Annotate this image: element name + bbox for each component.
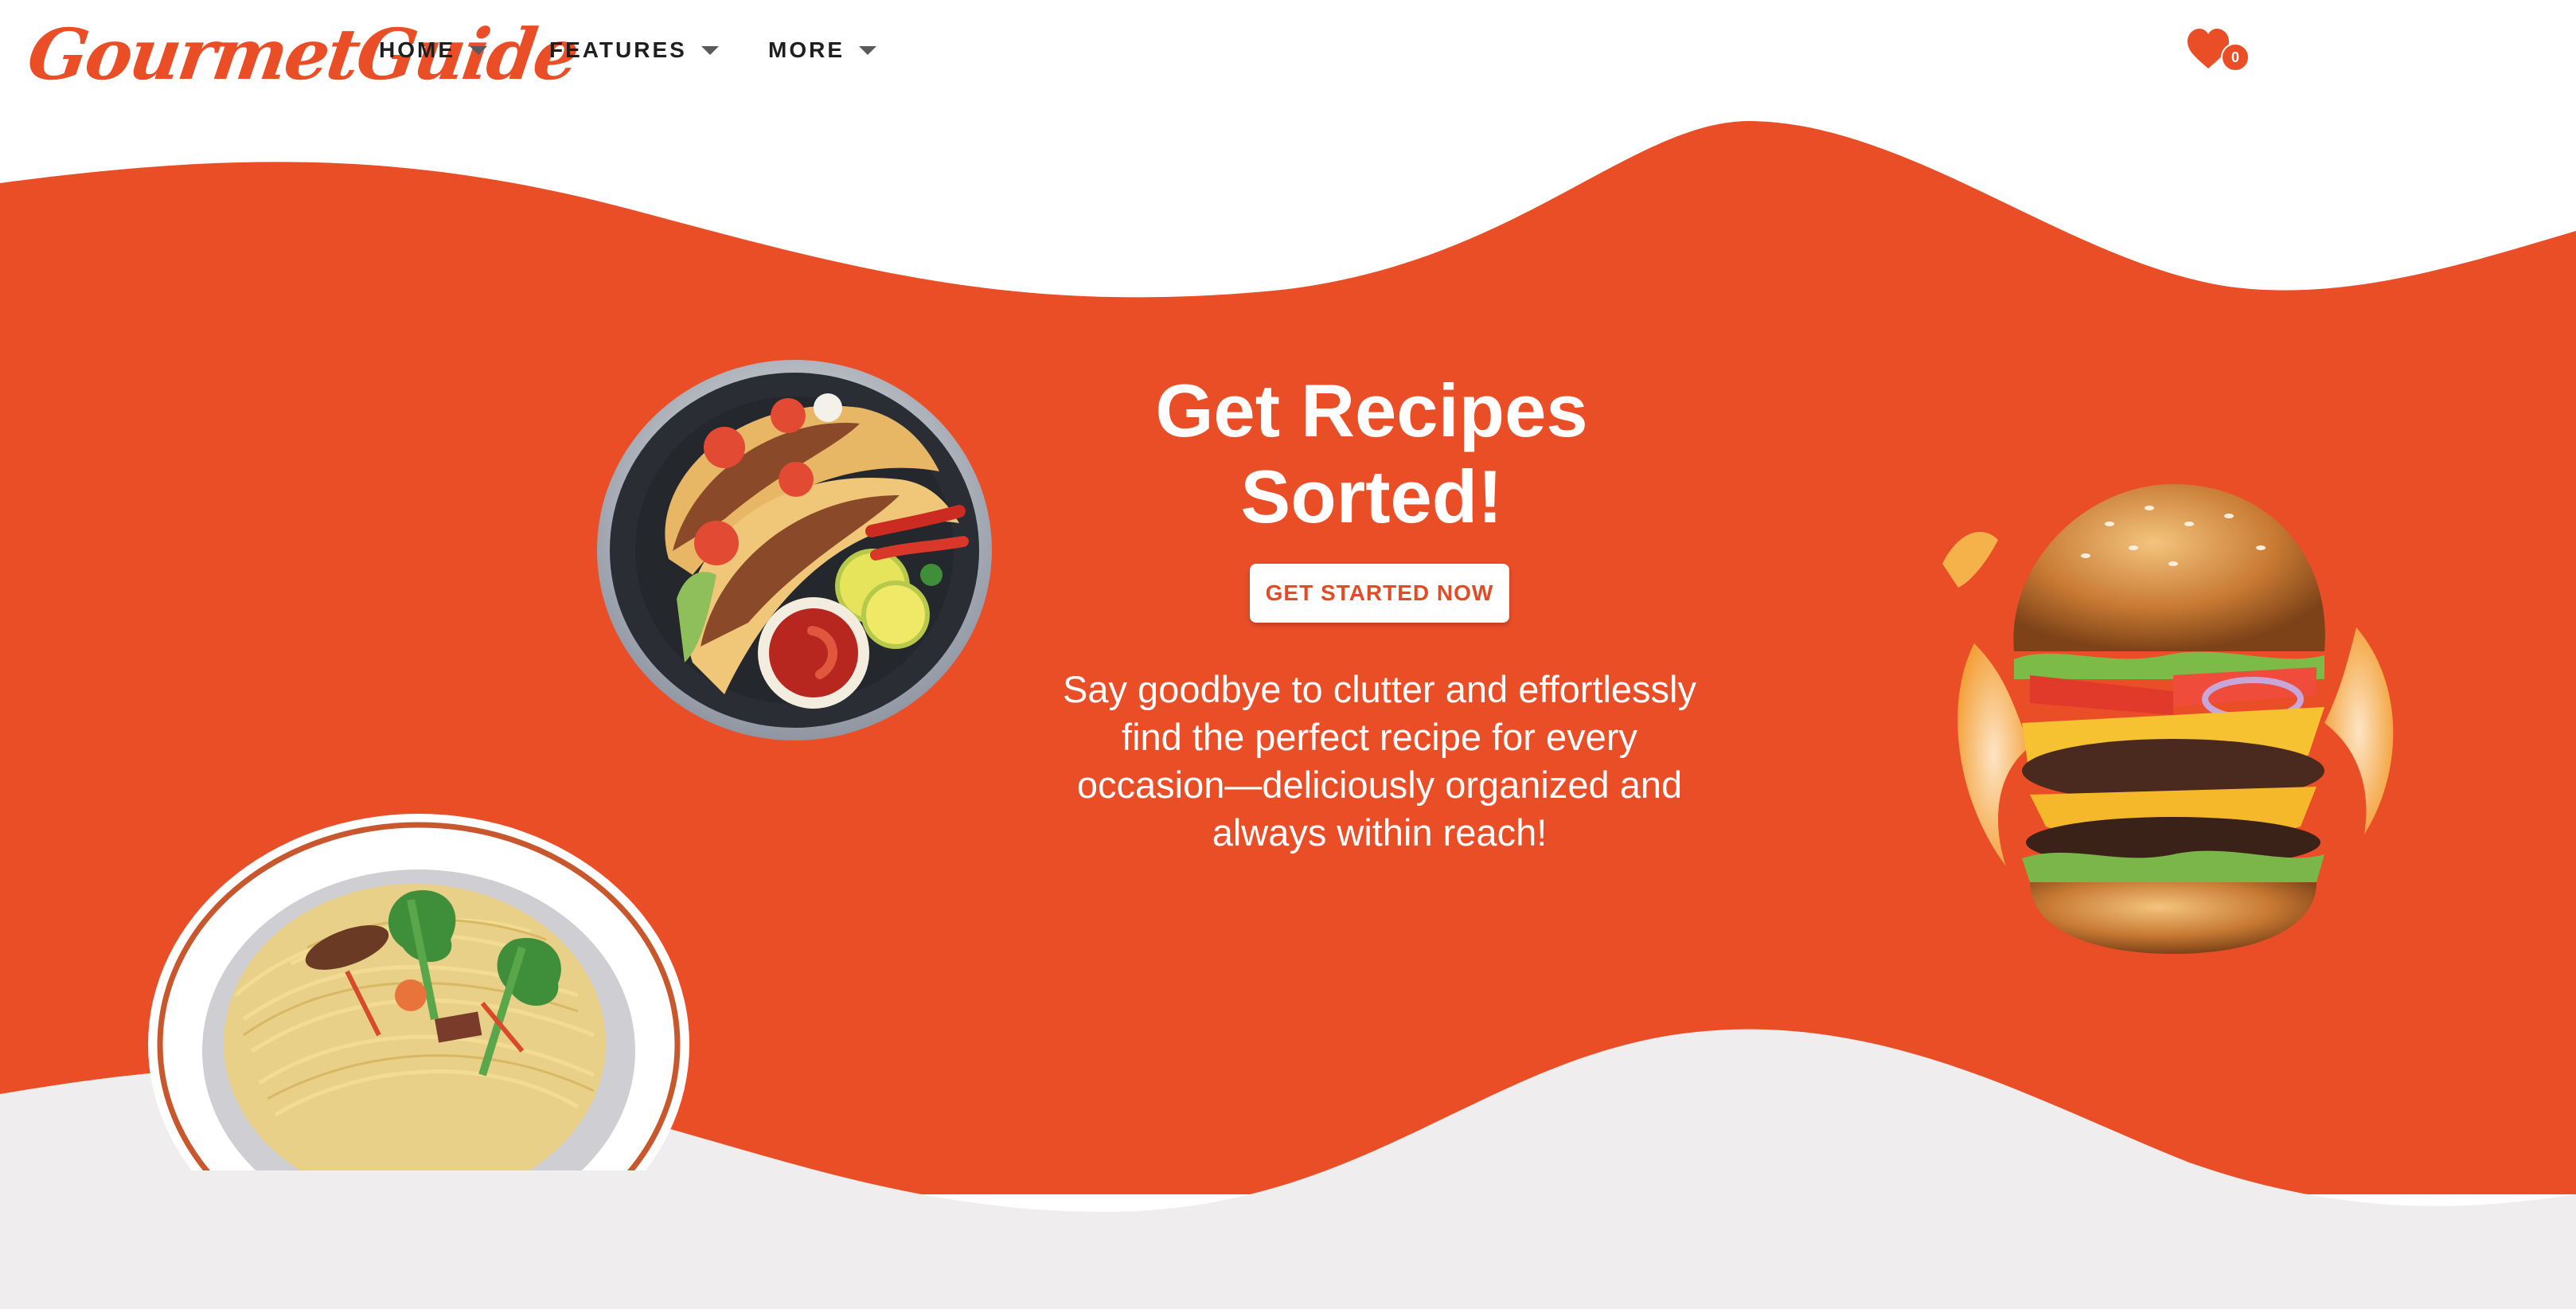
nav-features-label: FEATURES bbox=[549, 37, 687, 62]
chevron-down-icon bbox=[859, 45, 876, 55]
burger-image bbox=[1942, 484, 2394, 954]
nav-more-label: MORE bbox=[768, 37, 845, 62]
hero-subtitle: Say goodbye to clutter and effortlessly … bbox=[1063, 668, 1696, 854]
get-started-button[interactable]: GET STARTED NOW bbox=[1250, 564, 1509, 623]
chevron-down-icon bbox=[470, 45, 487, 55]
chevron-down-icon bbox=[701, 45, 719, 55]
logo[interactable]: GourmetGuide bbox=[22, 6, 584, 102]
nav-home-label: HOME bbox=[379, 37, 455, 62]
nav-more[interactable]: MORE bbox=[768, 30, 876, 70]
page: GourmetGuide HOME FEATURES MORE 0 Get Re… bbox=[0, 0, 2576, 1309]
hero-title: Get Recipes Sorted! bbox=[1155, 369, 1588, 538]
nav-home[interactable]: HOME bbox=[379, 30, 487, 70]
noodles-plate-image bbox=[148, 814, 689, 1170]
nav-features[interactable]: FEATURES bbox=[549, 30, 719, 70]
favorites-count-badge: 0 bbox=[2221, 43, 2250, 72]
tacos-plate-image bbox=[597, 360, 992, 740]
